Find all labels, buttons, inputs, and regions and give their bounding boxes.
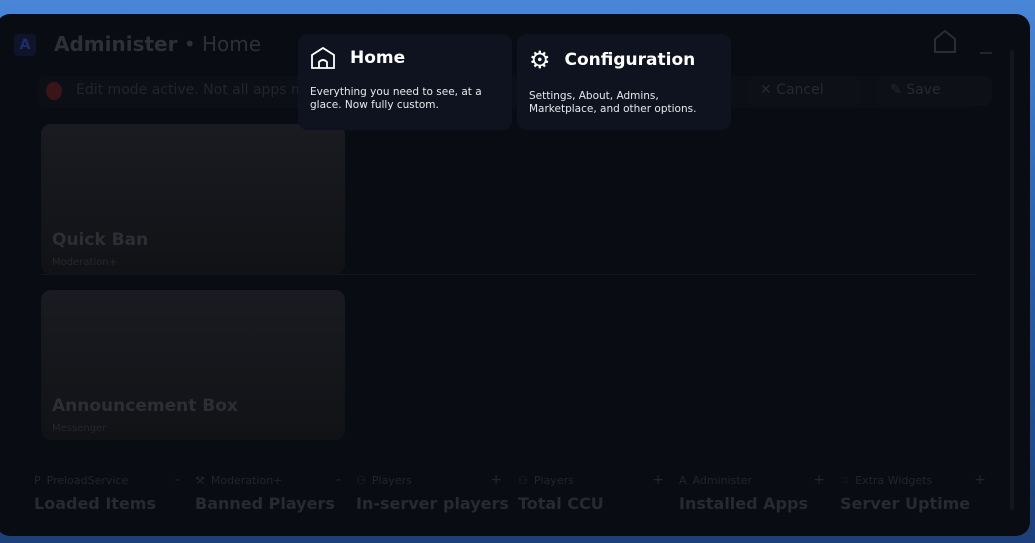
stat-label: Banned Players — [195, 494, 335, 513]
save-label: Save — [906, 82, 941, 98]
home-icon — [311, 46, 335, 69]
grid-icon: ⁙ — [840, 473, 850, 487]
edit-mode-message: Edit mode active. Not all apps may — [76, 82, 322, 98]
stat-label: Installed Apps — [679, 494, 808, 513]
app-name: Administer — [54, 32, 178, 56]
players-icon: ⚇ — [518, 473, 528, 487]
menu-item-description: Settings, About, Admins, Marketplace, an… — [529, 90, 697, 115]
page-name: Home — [202, 32, 262, 56]
stat-source: Moderation+ — [210, 473, 283, 487]
stat-widget: ⚒ Moderation+ - Banned Players — [195, 472, 355, 513]
stat-label: Total CCU — [518, 494, 604, 513]
administer-logo: A — [14, 34, 36, 56]
home-widgets-icon[interactable] — [932, 28, 958, 54]
stat-label: Server Uptime — [840, 494, 971, 513]
divider — [41, 274, 976, 275]
menu-item-title: Configuration — [564, 50, 696, 70]
cancel-label: Cancel — [776, 82, 824, 98]
card-name: Quick Ban — [52, 230, 149, 250]
gear-icon: ⚙ — [529, 46, 551, 74]
card-source: Moderation+ — [52, 257, 118, 268]
stat-label: Loaded Items — [34, 494, 156, 513]
card-name: Announcement Box — [52, 396, 238, 416]
stat-widget: ⚇ Players + In-server players — [356, 472, 516, 513]
stat-toggle-button[interactable]: + — [974, 472, 986, 488]
stat-source: Extra Widgets — [855, 473, 933, 487]
stat-toggle-button[interactable]: - — [175, 472, 180, 488]
stat-source: Players — [371, 473, 412, 487]
preload-icon: P — [34, 473, 41, 487]
scrollbar[interactable] — [1010, 50, 1014, 510]
stat-toggle-button[interactable]: + — [652, 472, 664, 488]
stat-source: Players — [533, 473, 574, 487]
menu-item-title: Home — [350, 48, 406, 68]
stat-widget: A Administer + Installed Apps — [679, 472, 839, 513]
pencil-icon: ✎ — [890, 82, 907, 98]
stat-source: Administer — [692, 473, 752, 487]
stat-source: PreloadService — [46, 473, 129, 487]
save-button[interactable]: ✎ Save — [876, 76, 992, 106]
card-source: Messenger — [52, 423, 107, 434]
title-separator: • — [177, 32, 202, 56]
hammer-icon: ⚒ — [195, 473, 205, 487]
stat-widget: ⁙ Extra Widgets + Server Uptime — [840, 472, 1000, 513]
stat-toggle-button[interactable]: + — [813, 472, 825, 488]
stat-widget: P PreloadService - Loaded Items — [34, 472, 194, 513]
stat-label: In-server players — [356, 494, 509, 513]
app-card[interactable]: Announcement Box Messenger — [41, 290, 345, 440]
menu-item-description: Everything you need to see, at a glace. … — [310, 86, 482, 111]
administer-icon: A — [679, 473, 687, 487]
cancel-button[interactable]: ✕ Cancel — [746, 76, 862, 106]
players-icon: ⚇ — [356, 473, 366, 487]
stat-toggle-button[interactable]: - — [336, 472, 341, 488]
stat-widget: ⚇ Players + Total CCU — [518, 472, 678, 513]
stat-toggle-button[interactable]: + — [490, 472, 502, 488]
admin-window: A Administer • Home Edit mode active. No… — [0, 14, 1030, 536]
close-icon: ✕ — [760, 82, 777, 98]
minimize-button[interactable] — [980, 52, 992, 54]
menu-item-configuration[interactable]: ⚙ Configuration Settings, About, Admins, … — [517, 34, 731, 130]
warning-icon — [46, 82, 62, 100]
app-card[interactable]: Quick Ban Moderation+ — [41, 124, 345, 274]
page-title: Administer • Home — [54, 32, 261, 56]
menu-item-home[interactable]: Home Everything you need to see, at a gl… — [298, 34, 512, 130]
